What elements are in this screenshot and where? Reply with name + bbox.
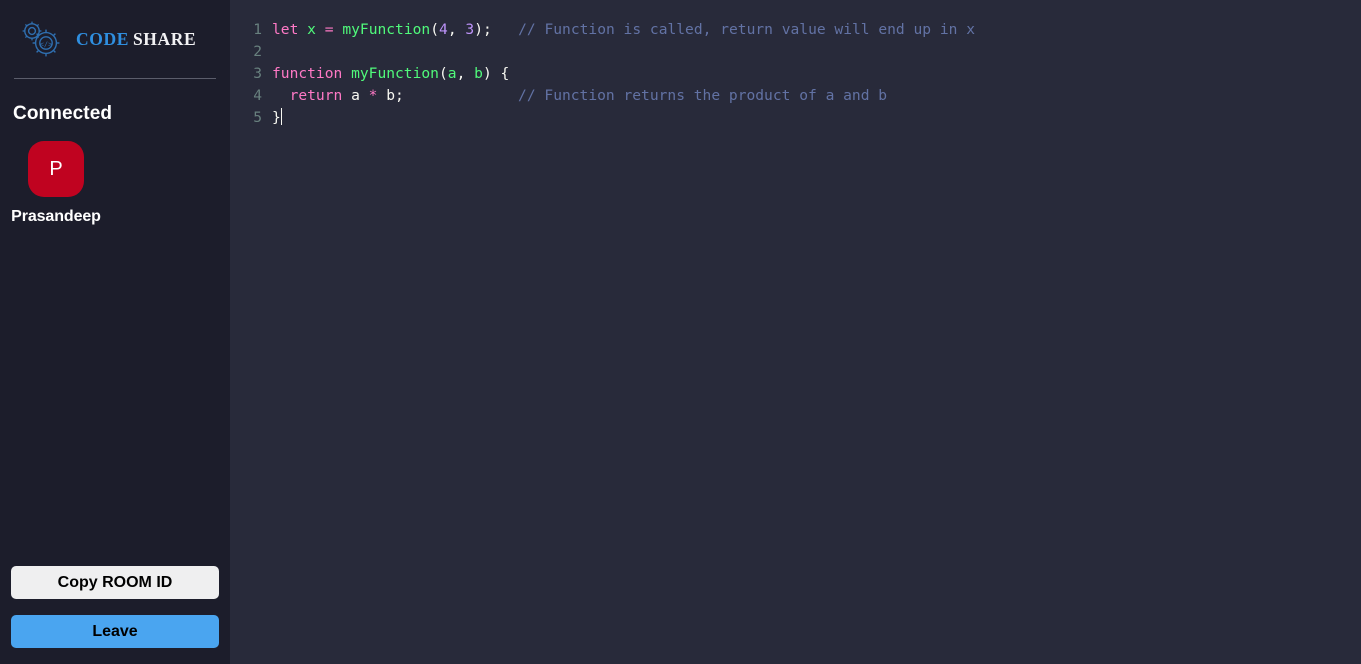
code-token-plain: , — [447, 21, 466, 38]
client-name: Prasandeep — [11, 208, 101, 225]
code-token-plain: ); — [474, 21, 492, 38]
code-token-plain: ( — [438, 65, 448, 82]
brand-title-share: SHARE — [132, 28, 197, 49]
line-number: 3 — [253, 65, 262, 82]
copy-room-id-button[interactable]: Copy ROOM ID — [11, 566, 219, 599]
code-line[interactable]: 4 return a * b; // Function returns the … — [230, 85, 1361, 107]
avatar: P — [28, 141, 84, 197]
line-number: 4 — [253, 87, 262, 104]
line-number: 1 — [253, 21, 262, 38]
code-line[interactable]: 1 let x = myFunction(4, 3); // Function i… — [230, 19, 1361, 41]
code-token-cmt: // Function returns the product of a and… — [518, 87, 888, 104]
sidebar-actions: Copy ROOM ID Leave — [11, 566, 219, 648]
sidebar: </> CODE SHARE Connected P Prasandeep Cop… — [0, 0, 230, 664]
code-token-kw: = — [324, 21, 334, 38]
text-cursor — [280, 108, 282, 125]
client-item[interactable]: P Prasandeep — [11, 141, 101, 226]
code-line[interactable]: 5} — [230, 107, 1361, 129]
connected-heading: Connected — [13, 103, 113, 124]
code-token-plain: } — [272, 109, 281, 126]
code-token-fn: myFunction — [342, 21, 431, 38]
code-line[interactable]: 3 function myFunction(a, b) { — [230, 63, 1361, 85]
brand-title: CODE SHARE — [76, 29, 196, 50]
code-area[interactable]: 1 let x = myFunction(4, 3); // Function i… — [230, 0, 1361, 129]
code-token-var: x — [307, 21, 316, 38]
code-token-plain: a — [342, 87, 369, 104]
connected-clients-list: P Prasandeep — [11, 141, 219, 226]
code-token-fn: myFunction — [351, 65, 439, 82]
code-token-plain: b; — [377, 87, 404, 104]
code-line[interactable]: 2 — [230, 41, 1361, 63]
code-token-plain: ) { — [482, 65, 510, 82]
code-editor[interactable]: 1 let x = myFunction(4, 3); // Function i… — [230, 0, 1361, 664]
code-line-text[interactable]: return a * b; // Function returns the pr… — [262, 85, 888, 107]
code-token-var: a — [447, 65, 457, 82]
leave-button[interactable]: Leave — [11, 615, 219, 648]
line-number: 5 — [253, 109, 262, 126]
code-token-kw: let — [272, 21, 299, 38]
svg-text:</>: </> — [40, 41, 53, 49]
code-token-num: 3 — [465, 21, 475, 38]
brand-title-code: CODE — [76, 28, 129, 49]
code-token-plain: ( — [430, 21, 440, 38]
line-number: 2 — [253, 43, 262, 60]
code-token-var: b — [474, 65, 483, 82]
code-share-app: </> CODE SHARE Connected P Prasandeep Cop… — [0, 0, 1361, 664]
code-line-text[interactable]: function myFunction(a, b) { — [262, 63, 509, 85]
code-token-cmt: // Function is called, return value will… — [518, 21, 976, 38]
code-token-kw: return — [289, 87, 343, 104]
code-token-num: 4 — [439, 21, 448, 38]
code-token-kw: function — [272, 65, 343, 82]
sidebar-divider — [14, 78, 216, 79]
code-token-plain: , — [456, 65, 475, 82]
code-line-text[interactable]: let x = myFunction(4, 3); // Function is… — [262, 19, 975, 41]
gears-code-icon: </> — [15, 17, 67, 61]
brand-logo: </> CODE SHARE — [11, 0, 219, 78]
code-line-text[interactable]: } — [262, 107, 282, 129]
